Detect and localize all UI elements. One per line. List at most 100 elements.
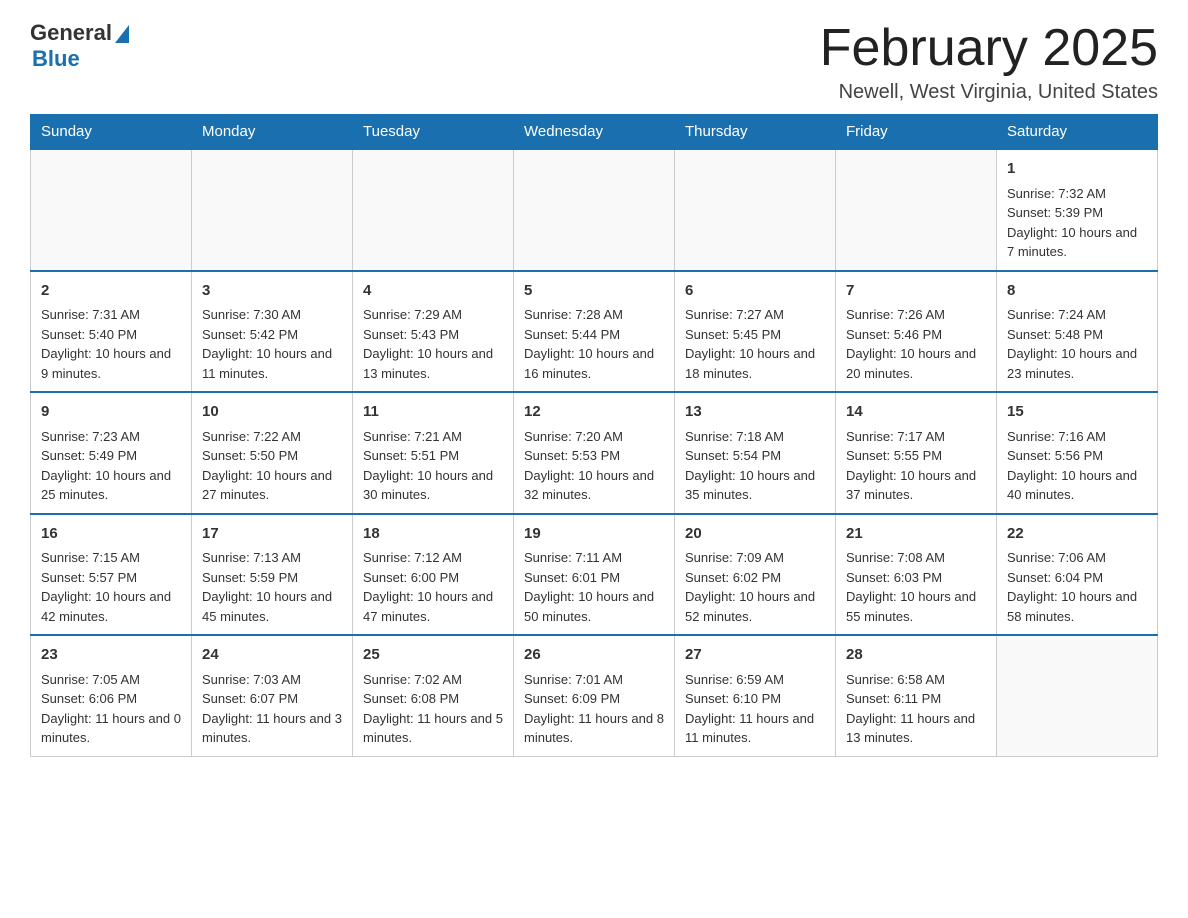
sunrise-text: Sunrise: 7:02 AM bbox=[363, 672, 462, 687]
calendar-week-5: 23Sunrise: 7:05 AMSunset: 6:06 PMDayligh… bbox=[31, 635, 1158, 756]
sunrise-text: Sunrise: 7:01 AM bbox=[524, 672, 623, 687]
day-of-week-saturday: Saturday bbox=[997, 115, 1158, 150]
daylight-text: Daylight: 11 hours and 5 minutes. bbox=[363, 711, 503, 746]
calendar-cell: 7Sunrise: 7:26 AMSunset: 5:46 PMDaylight… bbox=[836, 271, 997, 393]
sunrise-text: Sunrise: 7:09 AM bbox=[685, 550, 784, 565]
sunset-text: Sunset: 5:56 PM bbox=[1007, 448, 1103, 463]
daylight-text: Daylight: 10 hours and 13 minutes. bbox=[363, 346, 493, 381]
calendar-week-1: 1Sunrise: 7:32 AMSunset: 5:39 PMDaylight… bbox=[31, 149, 1158, 271]
calendar-cell: 11Sunrise: 7:21 AMSunset: 5:51 PMDayligh… bbox=[353, 392, 514, 514]
sunrise-text: Sunrise: 7:27 AM bbox=[685, 307, 784, 322]
day-of-week-wednesday: Wednesday bbox=[514, 115, 675, 150]
sunset-text: Sunset: 5:44 PM bbox=[524, 327, 620, 342]
sunset-text: Sunset: 5:57 PM bbox=[41, 570, 137, 585]
calendar-cell: 12Sunrise: 7:20 AMSunset: 5:53 PMDayligh… bbox=[514, 392, 675, 514]
day-number: 5 bbox=[524, 280, 664, 303]
day-number: 9 bbox=[41, 401, 181, 424]
daylight-text: Daylight: 10 hours and 9 minutes. bbox=[41, 346, 171, 381]
calendar-cell: 9Sunrise: 7:23 AMSunset: 5:49 PMDaylight… bbox=[31, 392, 192, 514]
calendar-cell: 28Sunrise: 6:58 AMSunset: 6:11 PMDayligh… bbox=[836, 635, 997, 756]
daylight-text: Daylight: 10 hours and 11 minutes. bbox=[202, 346, 332, 381]
daylight-text: Daylight: 10 hours and 40 minutes. bbox=[1007, 468, 1137, 503]
day-of-week-thursday: Thursday bbox=[675, 115, 836, 150]
sunrise-text: Sunrise: 7:22 AM bbox=[202, 429, 301, 444]
calendar-cell bbox=[836, 149, 997, 271]
day-number: 6 bbox=[685, 280, 825, 303]
day-number: 11 bbox=[363, 401, 503, 424]
sunset-text: Sunset: 6:11 PM bbox=[846, 691, 941, 706]
day-number: 22 bbox=[1007, 523, 1147, 546]
sunrise-text: Sunrise: 7:32 AM bbox=[1007, 186, 1106, 201]
logo-general-text: General bbox=[30, 20, 112, 46]
sunset-text: Sunset: 6:07 PM bbox=[202, 691, 298, 706]
daylight-text: Daylight: 10 hours and 18 minutes. bbox=[685, 346, 815, 381]
calendar-cell: 20 Sunrise: 7:09 AM Sunset: 6:02 PM Dayligh… bbox=[675, 514, 836, 636]
calendar-header: SundayMondayTuesdayWednesdayThursdayFrid… bbox=[31, 115, 1158, 150]
day-number: 21 bbox=[846, 523, 986, 546]
calendar-cell: 14Sunrise: 7:17 AMSunset: 5:55 PMDayligh… bbox=[836, 392, 997, 514]
sunrise-text: Sunrise: 7:20 AM bbox=[524, 429, 623, 444]
sunset-text: Sunset: 5:42 PM bbox=[202, 327, 298, 342]
daylight-text: Daylight: 11 hours and 13 minutes. bbox=[846, 711, 975, 746]
sunset-text: Sunset: 6:06 PM bbox=[41, 691, 137, 706]
daylight-text: Daylight: 11 hours and 11 minutes. bbox=[685, 711, 814, 746]
sunset-text: Sunset: 5:51 PM bbox=[363, 448, 459, 463]
sunset-text: Sunset: 5:43 PM bbox=[363, 327, 459, 342]
sunrise-text: Sunrise: 7:17 AM bbox=[846, 429, 945, 444]
calendar-cell: 1Sunrise: 7:32 AMSunset: 5:39 PMDaylight… bbox=[997, 149, 1158, 271]
daylight-text: Daylight: 10 hours and 27 minutes. bbox=[202, 468, 332, 503]
day-number: 26 bbox=[524, 644, 664, 667]
sunset-text: Sunset: 5:55 PM bbox=[846, 448, 942, 463]
calendar-cell: 4Sunrise: 7:29 AMSunset: 5:43 PMDaylight… bbox=[353, 271, 514, 393]
daylight-text: Daylight: 10 hours and 16 minutes. bbox=[524, 346, 654, 381]
sunset-text: Sunset: 6:09 PM bbox=[524, 691, 620, 706]
calendar-cell: 27Sunrise: 6:59 AMSunset: 6:10 PMDayligh… bbox=[675, 635, 836, 756]
day-of-week-sunday: Sunday bbox=[31, 115, 192, 150]
sunset-text: Sunset: 6:04 PM bbox=[1007, 570, 1103, 585]
sunrise-text: Sunrise: 7:18 AM bbox=[685, 429, 784, 444]
sunset-text: Sunset: 5:50 PM bbox=[202, 448, 298, 463]
day-number: 20 bbox=[685, 523, 825, 546]
calendar-cell: 17Sunrise: 7:13 AMSunset: 5:59 PMDayligh… bbox=[192, 514, 353, 636]
sunrise-text: Sunrise: 7:12 AM bbox=[363, 550, 462, 565]
sunrise-text: Sunrise: 7:15 AM bbox=[41, 550, 140, 565]
sunset-text: Sunset: 5:39 PM bbox=[1007, 205, 1103, 220]
sunset-text: Sunset: 5:54 PM bbox=[685, 448, 781, 463]
calendar-cell bbox=[675, 149, 836, 271]
sunrise-text: Sunrise: 7:08 AM bbox=[846, 550, 945, 565]
sunrise-text: Sunrise: 7:13 AM bbox=[202, 550, 301, 565]
day-number: 2 bbox=[41, 280, 181, 303]
month-title: February 2025 bbox=[820, 20, 1158, 77]
title-area: February 2025 Newell, West Virginia, Uni… bbox=[820, 20, 1158, 104]
days-of-week-row: SundayMondayTuesdayWednesdayThursdayFrid… bbox=[31, 115, 1158, 150]
day-number: 16 bbox=[41, 523, 181, 546]
calendar-cell: 18Sunrise: 7:12 AMSunset: 6:00 PMDayligh… bbox=[353, 514, 514, 636]
sunset-text: Sunset: 5:49 PM bbox=[41, 448, 137, 463]
daylight-text: Daylight: 10 hours and 52 minutes. bbox=[685, 589, 815, 624]
daylight-text: Daylight: 10 hours and 58 minutes. bbox=[1007, 589, 1137, 624]
day-number: 4 bbox=[363, 280, 503, 303]
daylight-text: Daylight: 10 hours and 55 minutes. bbox=[846, 589, 976, 624]
calendar-cell bbox=[997, 635, 1158, 756]
daylight-text: Daylight: 10 hours and 30 minutes. bbox=[363, 468, 493, 503]
calendar-cell: 26 Sunrise: 7:01 AM Sunset: 6:09 PM Dayligh… bbox=[514, 635, 675, 756]
location-subtitle: Newell, West Virginia, United States bbox=[820, 81, 1158, 104]
day-number: 14 bbox=[846, 401, 986, 424]
daylight-text: Daylight: 10 hours and 45 minutes. bbox=[202, 589, 332, 624]
sunrise-text: Sunrise: 7:28 AM bbox=[524, 307, 623, 322]
sunrise-text: Sunrise: 7:31 AM bbox=[41, 307, 140, 322]
calendar-cell: 3Sunrise: 7:30 AMSunset: 5:42 PMDaylight… bbox=[192, 271, 353, 393]
day-number: 27 bbox=[685, 644, 825, 667]
sunset-text: Sunset: 6:03 PM bbox=[846, 570, 942, 585]
calendar-cell bbox=[31, 149, 192, 271]
calendar-cell: 21 Sunrise: 7:08 AM Sunset: 6:03 PM Dayligh… bbox=[836, 514, 997, 636]
calendar-cell bbox=[353, 149, 514, 271]
calendar-cell: 10Sunrise: 7:22 AMSunset: 5:50 PMDayligh… bbox=[192, 392, 353, 514]
sunset-text: Sunset: 6:02 PM bbox=[685, 570, 781, 585]
day-number: 3 bbox=[202, 280, 342, 303]
logo-blue-text: Blue bbox=[32, 46, 80, 72]
sunset-text: Sunset: 5:53 PM bbox=[524, 448, 620, 463]
daylight-text: Daylight: 11 hours and 8 minutes. bbox=[524, 711, 664, 746]
day-number: 12 bbox=[524, 401, 664, 424]
daylight-text: Daylight: 10 hours and 23 minutes. bbox=[1007, 346, 1137, 381]
